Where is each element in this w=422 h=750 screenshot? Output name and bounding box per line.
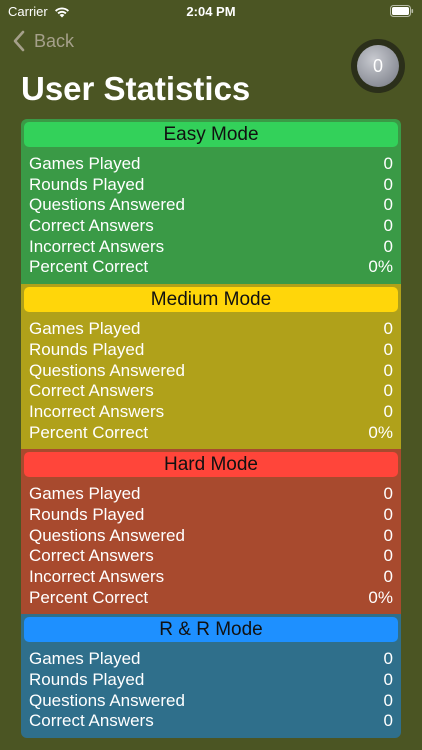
stat-value: 0%	[368, 587, 393, 607]
stat-value: 0	[383, 649, 393, 669]
stat-value: 0	[383, 195, 393, 215]
mode-header-easy: Easy Mode	[24, 122, 398, 147]
stat-label: Questions Answered	[29, 690, 185, 710]
stat-value: 0	[383, 339, 393, 359]
stat-row: Percent Correct 0%	[24, 257, 398, 278]
stat-row: Games Played 0	[24, 649, 398, 670]
stat-row: Games Played 0	[24, 319, 398, 340]
stat-label: Incorrect Answers	[29, 236, 165, 256]
stat-value: 0	[383, 670, 393, 690]
stat-label: Correct Answers	[29, 216, 154, 236]
stat-value: 0	[383, 690, 393, 710]
stat-value: 0	[383, 381, 393, 401]
stat-row: Percent Correct 0%	[24, 588, 398, 609]
stat-label: Correct Answers	[29, 381, 154, 401]
stat-label: Correct Answers	[29, 711, 154, 731]
stat-row: Rounds Played 0	[24, 670, 398, 691]
stat-label: Incorrect Answers	[29, 567, 165, 586]
stat-row: Games Played 0	[24, 484, 398, 505]
stat-value: 0	[383, 236, 393, 256]
mode-section-hard: Hard Mode Games Played 0 Rounds Played 0 Q…	[21, 449, 401, 615]
mode-header-hard: Hard Mode	[24, 452, 398, 478]
stat-value: 0	[383, 319, 393, 339]
stat-label: Games Played	[29, 154, 141, 173]
stat-row: Rounds Played 0	[24, 340, 398, 361]
coin-badge[interactable]: 0	[351, 39, 405, 93]
coin-icon: 0	[357, 45, 399, 87]
stat-label: Rounds Played	[29, 174, 145, 194]
mode-section-medium: Medium Mode Games Played 0 Rounds Played 0…	[21, 284, 401, 450]
back-button[interactable]: Back	[12, 30, 74, 52]
stat-value: 0%	[368, 422, 393, 442]
stat-row: Questions Answered 0	[24, 526, 398, 547]
stat-value: 0	[383, 546, 393, 566]
stat-row: Correct Answers 0	[24, 381, 398, 402]
mode-section-rr: R & R Mode Games Played 0 Rounds Played 0 …	[21, 614, 401, 739]
stat-value: 0	[383, 174, 393, 194]
back-label: Back	[34, 30, 75, 51]
stat-value: 0	[383, 525, 393, 545]
stats-list: Easy Mode Games Played 0 Rounds Played 0 Q…	[21, 119, 401, 739]
stat-value: 0	[383, 567, 393, 586]
stat-row: Correct Answers 0	[24, 216, 398, 237]
stat-row: Correct Answers 0	[24, 546, 398, 567]
stat-label: Games Played	[29, 649, 141, 669]
mode-header-rr: R & R Mode	[24, 617, 398, 643]
stat-value: 0	[383, 401, 393, 421]
stat-label: Percent Correct	[29, 422, 149, 442]
stat-row: Incorrect Answers 0	[24, 567, 398, 588]
stat-label: Games Played	[29, 319, 141, 339]
stat-label: Correct Answers	[29, 546, 154, 566]
stat-row: Questions Answered 0	[24, 361, 398, 382]
stat-row: Games Played 0	[24, 154, 398, 175]
stat-row: Rounds Played 0	[24, 505, 398, 526]
mode-header-medium: Medium Mode	[24, 287, 398, 313]
app-screen: Carrier 2:04 PM Back 0 User Statistics E…	[0, 0, 422, 750]
stat-row: Incorrect Answers 0	[24, 402, 398, 423]
stat-value: 0	[383, 484, 393, 504]
status-bar: Carrier 2:04 PM	[0, 0, 422, 24]
stat-row: Correct Answers 0	[24, 711, 398, 732]
stat-label: Rounds Played	[29, 670, 145, 690]
stat-value: 0	[383, 504, 393, 524]
stat-value: 0%	[368, 257, 393, 277]
stat-label: Questions Answered	[29, 360, 185, 380]
stat-row: Percent Correct 0%	[24, 423, 398, 444]
status-time: 2:04 PM	[186, 4, 236, 19]
stat-row: Rounds Played 0	[24, 175, 398, 196]
stat-label: Rounds Played	[29, 339, 145, 359]
mode-section-easy: Easy Mode Games Played 0 Rounds Played 0 Q…	[21, 119, 401, 285]
stat-label: Questions Answered	[29, 195, 185, 215]
stat-value: 0	[383, 711, 393, 731]
stat-label: Percent Correct	[29, 257, 149, 277]
stat-row: Questions Answered 0	[24, 195, 398, 216]
page-title: User Statistics	[21, 70, 251, 107]
stat-label: Questions Answered	[29, 525, 185, 545]
stat-value: 0	[383, 360, 393, 380]
stat-label: Percent Correct	[29, 587, 149, 607]
chevron-left-icon	[13, 30, 25, 52]
stat-label: Rounds Played	[29, 504, 145, 524]
stat-row: Questions Answered 0	[24, 691, 398, 712]
stat-row: Incorrect Answers 0	[24, 237, 398, 258]
battery-icon	[390, 5, 414, 17]
stat-value: 0	[383, 216, 393, 236]
coin-count: 0	[372, 55, 383, 76]
stat-value: 0	[383, 154, 393, 173]
stat-label: Games Played	[29, 484, 141, 504]
stat-label: Incorrect Answers	[29, 401, 165, 421]
